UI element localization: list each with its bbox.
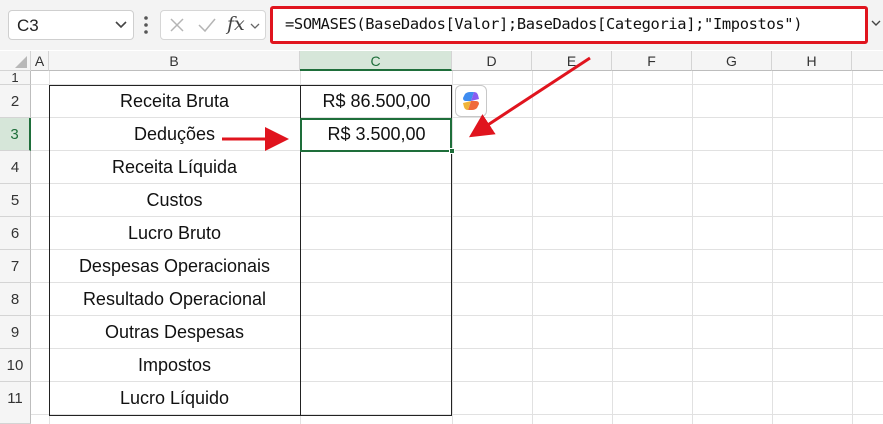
cell-b9[interactable]: Outras Despesas <box>49 316 300 349</box>
row-header-5[interactable]: 5 <box>0 184 31 217</box>
formula-tools: fx <box>160 10 266 40</box>
cell-c6[interactable] <box>301 217 452 250</box>
row-header-2[interactable]: 2 <box>0 85 31 118</box>
select-all-button[interactable] <box>0 51 31 71</box>
row-header-1[interactable]: 1 <box>0 71 31 85</box>
cell-b3[interactable]: Deduções <box>49 118 300 151</box>
cell-b5[interactable]: Custos <box>49 184 300 217</box>
cell-b10[interactable]: Impostos <box>49 349 300 382</box>
cell-c9[interactable] <box>301 316 452 349</box>
chevron-down-icon[interactable] <box>870 18 882 28</box>
cell-c8[interactable] <box>301 283 452 316</box>
cell-c2[interactable]: R$ 86.500,00 <box>301 85 452 118</box>
name-box[interactable]: C3 <box>8 10 134 40</box>
row-header-8[interactable]: 8 <box>0 283 31 316</box>
copilot-icon <box>463 92 479 110</box>
row-header-11[interactable]: 11 <box>0 382 31 424</box>
column-header-next[interactable] <box>852 51 883 71</box>
insert-function-icon[interactable]: fx <box>227 13 245 35</box>
copilot-button[interactable] <box>455 85 487 117</box>
column-header-a[interactable]: A <box>31 51 49 71</box>
formula-bar: C3 fx =SOMASES(BaseDados[Valor];BaseDado… <box>0 0 883 50</box>
column-header-b[interactable]: B <box>49 51 300 71</box>
column-header-d[interactable]: D <box>452 51 532 71</box>
column-header-c[interactable]: C <box>300 51 452 71</box>
cell-b2[interactable]: Receita Bruta <box>49 85 300 118</box>
column-header-g[interactable]: G <box>692 51 772 71</box>
active-cell-selection[interactable] <box>300 118 452 152</box>
column-header-h[interactable]: H <box>772 51 852 71</box>
cancel-x-icon[interactable] <box>169 17 185 33</box>
name-box-value: C3 <box>17 16 39 35</box>
formula-text: =SOMASES(BaseDados[Valor];BaseDados[Cate… <box>285 15 803 33</box>
row-header-10[interactable]: 10 <box>0 349 31 382</box>
fill-handle[interactable] <box>449 148 455 154</box>
row-header-9[interactable]: 9 <box>0 316 31 349</box>
cell-c4[interactable] <box>301 151 452 184</box>
column-header-e[interactable]: E <box>532 51 612 71</box>
formula-input[interactable]: =SOMASES(BaseDados[Valor];BaseDados[Cate… <box>270 6 868 44</box>
column-header-f[interactable]: F <box>612 51 692 71</box>
more-options-icon[interactable] <box>142 14 150 36</box>
row-header-3[interactable]: 3 <box>0 118 31 151</box>
cell-c11[interactable] <box>301 382 452 415</box>
row-header-6[interactable]: 6 <box>0 217 31 250</box>
cell-c10[interactable] <box>301 349 452 382</box>
cell-b8[interactable]: Resultado Operacional <box>49 283 300 316</box>
cell-b6[interactable]: Lucro Bruto <box>49 217 300 250</box>
row-header-7[interactable]: 7 <box>0 250 31 283</box>
row-header-4[interactable]: 4 <box>0 151 31 184</box>
cell-c5[interactable] <box>301 184 452 217</box>
cell-b11[interactable]: Lucro Líquido <box>49 382 300 415</box>
chevron-down-icon[interactable] <box>113 18 129 32</box>
cell-c7[interactable] <box>301 250 452 283</box>
chevron-down-icon[interactable] <box>249 21 261 31</box>
cell-b7[interactable]: Despesas Operacionais <box>49 250 300 283</box>
enter-check-icon[interactable] <box>197 17 217 33</box>
cell-b4[interactable]: Receita Líquida <box>49 151 300 184</box>
